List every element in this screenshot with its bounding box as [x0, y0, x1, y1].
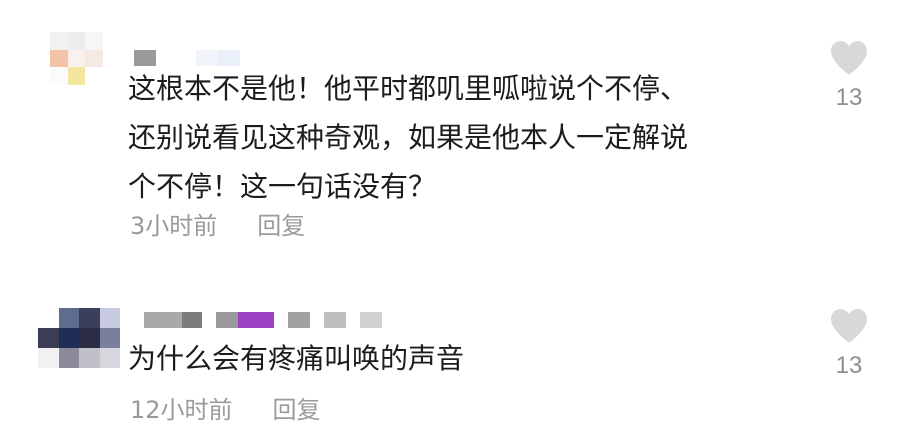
comment-meta: 12小时前 回复: [130, 390, 321, 425]
like-button[interactable]: 13: [826, 308, 872, 380]
avatar[interactable]: [50, 32, 120, 102]
like-count: 13: [835, 352, 863, 379]
username[interactable]: [144, 312, 382, 328]
comment-item: 这根本不是他！他平时都叽里呱啦说个不停、 还别说看见这种奇观，如果是他本人一定解…: [0, 0, 900, 260]
comment-text-line: 还别说看见这种奇观，如果是他本人一定解说: [128, 121, 689, 154]
comment-text: 这根本不是他！他平时都叽里呱啦说个不停、 还别说看见这种奇观，如果是他本人一定解…: [128, 64, 688, 211]
comment-time: 12小时前: [130, 396, 233, 424]
comment-text-line: 为什么会有疼痛叫唤的声音: [128, 342, 465, 375]
comment-item: 为什么会有疼痛叫唤的声音 12小时前 回复 13: [0, 290, 900, 443]
reply-button[interactable]: 回复: [273, 390, 321, 425]
avatar[interactable]: [38, 308, 120, 368]
comment-time: 3小时前: [130, 212, 218, 240]
heart-icon: [831, 41, 867, 75]
comment-text-line: 个不停！这一句话没有？: [128, 170, 437, 203]
like-count: 13: [835, 84, 863, 111]
comment-text: 为什么会有疼痛叫唤的声音: [128, 334, 464, 383]
reply-button[interactable]: 回复: [257, 206, 305, 241]
heart-icon: [831, 309, 867, 343]
comment-meta: 3小时前 回复: [130, 206, 305, 241]
like-button[interactable]: 13: [826, 40, 872, 112]
comment-text-line: 这根本不是他！他平时都叽里呱啦说个不停、: [128, 72, 689, 105]
